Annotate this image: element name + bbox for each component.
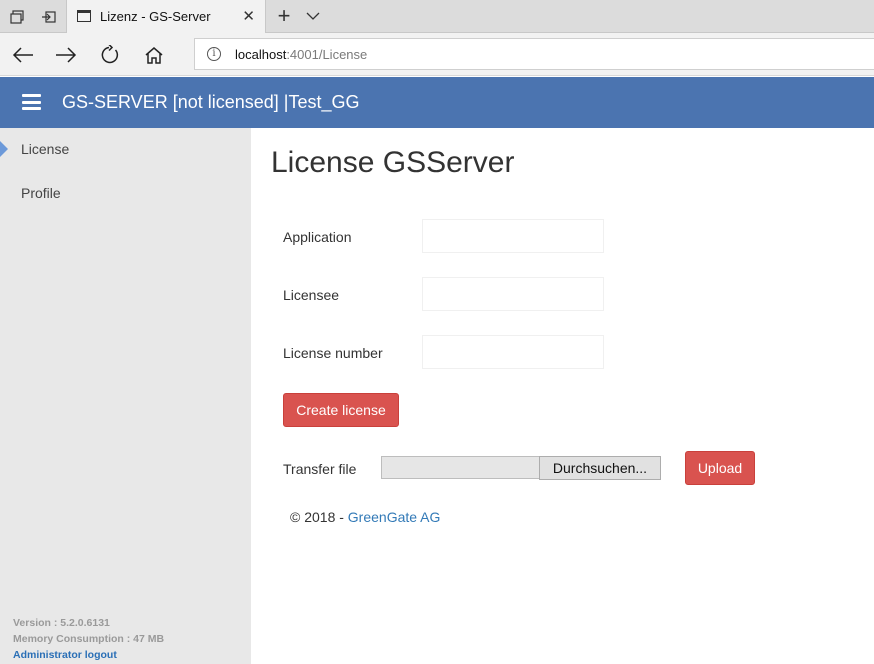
license-number-input[interactable] bbox=[422, 335, 604, 369]
licensee-input[interactable] bbox=[422, 277, 604, 311]
info-icon[interactable]: i bbox=[207, 47, 221, 61]
copyright-text: © 2018 - bbox=[290, 509, 348, 525]
menu-icon[interactable] bbox=[22, 94, 41, 110]
sidebar-item-label: License bbox=[21, 141, 70, 157]
app-header: GS-SERVER [not licensed] |Test_GG bbox=[0, 77, 874, 128]
create-license-button[interactable]: Create license bbox=[283, 393, 399, 427]
version-info: Version : 5.2.0.6131 bbox=[13, 617, 110, 629]
app-title: GS-SERVER [not licensed] |Test_GG bbox=[62, 92, 360, 112]
application-label: Application bbox=[283, 229, 352, 245]
memory-info: Memory Consumption : 47 MB bbox=[13, 633, 165, 645]
main-content: License GSServer Application Licensee Li… bbox=[251, 128, 874, 664]
back-icon[interactable] bbox=[7, 39, 39, 71]
browser-tabstrip: Lizenz - GS-Server ✕ + bbox=[0, 0, 874, 33]
sidebar-item-label: Profile bbox=[21, 185, 61, 201]
transfer-file-label: Transfer file bbox=[283, 461, 357, 477]
tab-title: Lizenz - GS-Server bbox=[100, 9, 211, 24]
home-icon[interactable] bbox=[138, 39, 170, 71]
new-tab-icon[interactable]: + bbox=[270, 3, 298, 29]
sidebar-item-license[interactable]: License bbox=[0, 129, 251, 169]
browser-tab[interactable]: Lizenz - GS-Server ✕ bbox=[66, 0, 266, 33]
address-bar[interactable]: i localhost:4001/License bbox=[194, 38, 874, 70]
license-number-label: License number bbox=[283, 345, 383, 361]
sidebar: License Profile Version : 5.2.0.6131 Mem… bbox=[0, 128, 251, 664]
tab-preview-icon[interactable] bbox=[1, 0, 33, 33]
sidebar-item-profile[interactable]: Profile bbox=[0, 173, 251, 213]
admin-logout-link[interactable]: Administrator logout bbox=[13, 649, 117, 661]
file-path-field[interactable] bbox=[381, 456, 539, 479]
set-aside-tabs-icon[interactable] bbox=[32, 0, 64, 33]
application-input[interactable] bbox=[422, 219, 604, 253]
browse-button[interactable]: Durchsuchen... bbox=[539, 456, 661, 480]
refresh-icon[interactable] bbox=[94, 39, 126, 71]
forward-icon[interactable] bbox=[50, 39, 82, 71]
active-marker bbox=[0, 141, 8, 157]
upload-button[interactable]: Upload bbox=[685, 451, 755, 485]
page-title: License GSServer bbox=[271, 146, 515, 179]
chevron-down-icon[interactable] bbox=[305, 8, 321, 24]
browser-navbar: i localhost:4001/License bbox=[0, 33, 874, 76]
licensee-label: Licensee bbox=[283, 287, 340, 303]
company-link[interactable]: GreenGate AG bbox=[348, 509, 441, 525]
page-favicon-icon bbox=[77, 10, 91, 22]
copyright: © 2018 - GreenGate AG bbox=[290, 509, 440, 525]
address-url[interactable]: localhost:4001/License bbox=[235, 47, 367, 62]
close-icon[interactable]: ✕ bbox=[242, 7, 255, 25]
